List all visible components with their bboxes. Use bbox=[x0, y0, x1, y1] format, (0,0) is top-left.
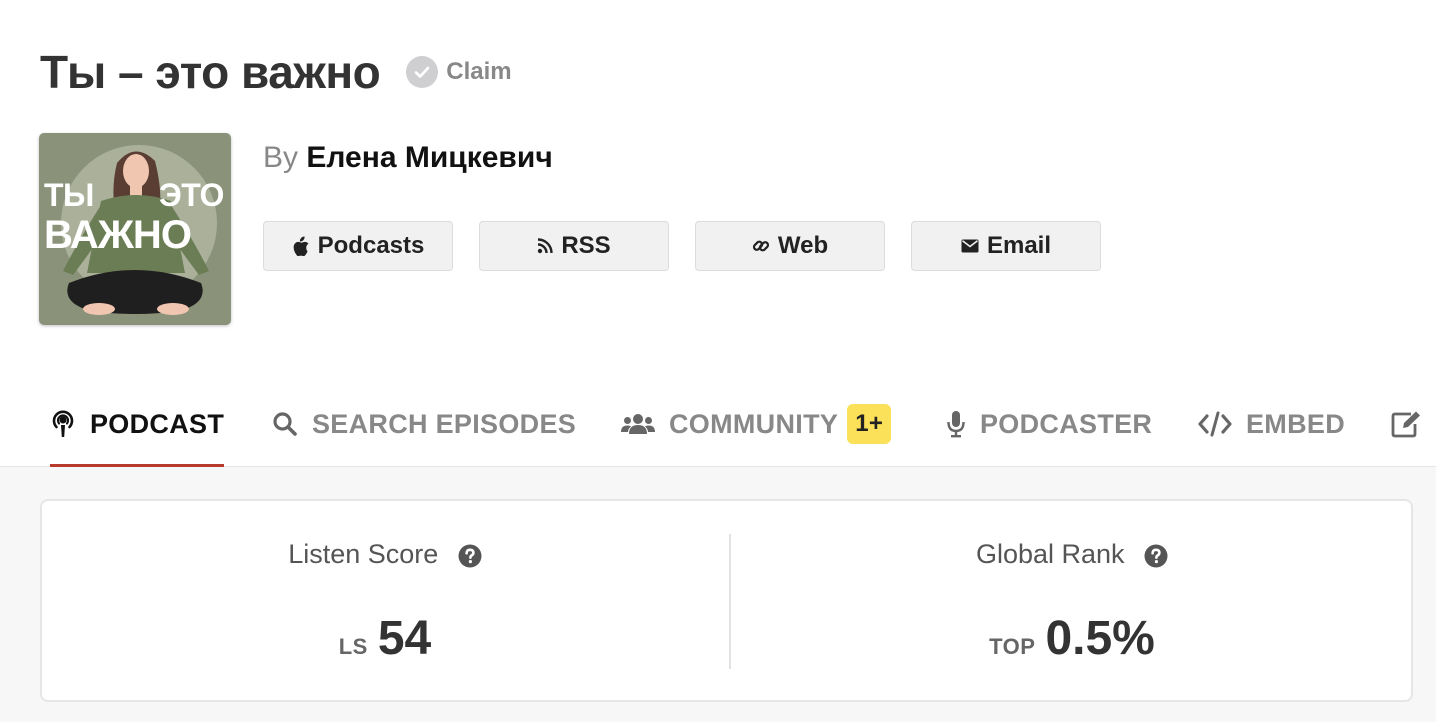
artwork-text-ty: ТЫ bbox=[44, 177, 94, 213]
stats-card: Listen Score LS 54 Global Rank TOP 0.5% bbox=[40, 499, 1413, 702]
tab-bar: PODCAST SEARCH EPISODES COMMUNITY 1+ POD… bbox=[0, 382, 1436, 468]
tab-community[interactable]: COMMUNITY 1+ bbox=[621, 382, 892, 466]
web-label: Web bbox=[777, 232, 829, 259]
rss-icon bbox=[537, 238, 554, 254]
global-rank-value: 0.5% bbox=[1045, 612, 1155, 665]
tab-podcaster[interactable]: PODCASTER bbox=[946, 382, 1152, 466]
web-button[interactable]: Web bbox=[695, 221, 885, 271]
tab-search-label: SEARCH EPISODES bbox=[312, 408, 577, 439]
community-badge: 1+ bbox=[847, 404, 892, 444]
link-buttons: Podcasts RSS Web Email bbox=[263, 221, 1127, 271]
byline-prefix: By bbox=[263, 141, 299, 174]
global-rank-stat: Global Rank TOP 0.5% bbox=[729, 501, 1415, 700]
claim-label: Claim bbox=[446, 58, 512, 85]
apple-icon bbox=[292, 236, 310, 256]
tab-edit[interactable] bbox=[1391, 382, 1435, 466]
artwork-text-eto: ЭТО bbox=[159, 177, 224, 213]
question-circle-icon[interactable] bbox=[1144, 544, 1168, 568]
tab-embed[interactable]: EMBED bbox=[1198, 382, 1345, 466]
author-name[interactable]: Елена Мицкевич bbox=[306, 141, 552, 174]
tab-embed-label: EMBED bbox=[1246, 408, 1346, 439]
byline: By Елена Мицкевич bbox=[263, 140, 553, 176]
podcasts-label: Podcasts bbox=[317, 232, 425, 259]
claim-button[interactable]: Claim bbox=[406, 56, 512, 88]
content-area: Listen Score LS 54 Global Rank TOP 0.5% bbox=[0, 467, 1436, 722]
tab-podcast[interactable]: PODCAST bbox=[50, 382, 225, 468]
title-row: Ты – это важно Claim bbox=[40, 44, 512, 100]
tab-podcaster-label: PODCASTER bbox=[980, 408, 1153, 439]
users-icon bbox=[621, 412, 655, 436]
search-icon bbox=[272, 411, 298, 437]
edit-icon bbox=[1391, 410, 1421, 438]
podcasts-button[interactable]: Podcasts bbox=[263, 221, 453, 271]
artwork-text-vazhno: ВАЖНО bbox=[44, 213, 192, 257]
rss-button[interactable]: RSS bbox=[479, 221, 669, 271]
check-circle-icon bbox=[406, 56, 439, 88]
code-icon bbox=[1198, 411, 1232, 437]
global-rank-label: Global Rank bbox=[975, 539, 1125, 569]
rss-label: RSS bbox=[561, 232, 611, 259]
link-icon bbox=[752, 237, 770, 255]
tab-community-label: COMMUNITY bbox=[669, 408, 839, 439]
envelope-icon bbox=[961, 239, 979, 253]
podcast-icon bbox=[50, 409, 76, 439]
global-rank-prefix: TOP bbox=[989, 634, 1036, 659]
listen-score-stat: Listen Score LS 54 bbox=[42, 501, 728, 700]
listen-score-prefix: LS bbox=[338, 634, 368, 659]
listen-score-label: Listen Score bbox=[288, 539, 439, 569]
podcast-artwork[interactable]: ТЫ ЭТО ВАЖНО bbox=[39, 133, 231, 325]
tab-podcast-label: PODCAST bbox=[90, 408, 225, 439]
listen-score-value: 54 bbox=[377, 612, 432, 665]
microphone-icon bbox=[946, 410, 966, 438]
podcast-title: Ты – это важно bbox=[40, 46, 381, 98]
question-circle-icon[interactable] bbox=[458, 544, 482, 568]
tab-search-episodes[interactable]: SEARCH EPISODES bbox=[272, 382, 576, 466]
email-button[interactable]: Email bbox=[911, 221, 1101, 271]
email-label: Email bbox=[986, 232, 1052, 259]
